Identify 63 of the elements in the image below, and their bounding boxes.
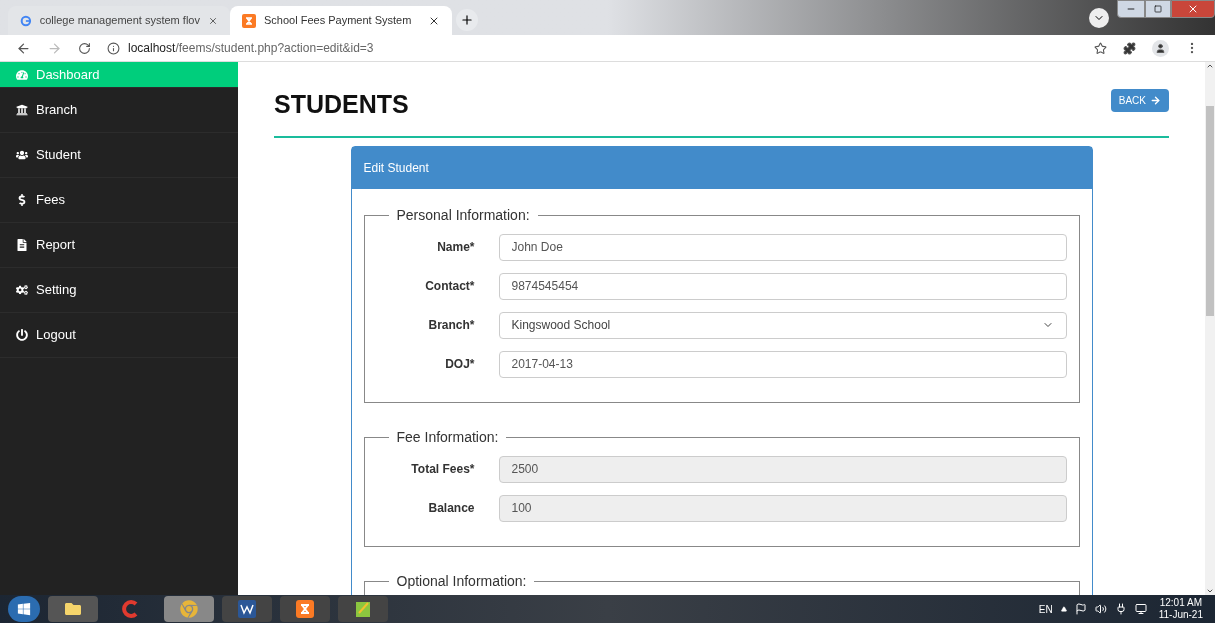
scrollbar-thumb[interactable] bbox=[1206, 106, 1214, 316]
section-legend: Optional Information: bbox=[388, 570, 535, 592]
browser-tab[interactable]: School Fees Payment System bbox=[230, 6, 452, 35]
language-indicator[interactable]: EN bbox=[1038, 601, 1053, 617]
sidebar-label: Dashboard bbox=[36, 65, 100, 84]
profile-menu-icon[interactable] bbox=[1089, 8, 1109, 28]
back-button[interactable]: BACK bbox=[1110, 89, 1169, 113]
input-field[interactable]: 9874545454 bbox=[498, 272, 1067, 300]
page-title: STUDENTS bbox=[274, 89, 409, 120]
document-icon bbox=[16, 239, 28, 251]
volume-icon[interactable] bbox=[1094, 603, 1107, 615]
sidebar-label: Report bbox=[36, 236, 76, 255]
profile-icon[interactable] bbox=[1152, 39, 1169, 57]
section-legend: Fee Information: bbox=[388, 426, 507, 448]
tray-expand-icon[interactable] bbox=[1060, 606, 1067, 612]
reload-icon[interactable] bbox=[78, 41, 91, 55]
gears-icon bbox=[16, 284, 28, 296]
scroll-up-icon[interactable] bbox=[1206, 62, 1214, 70]
sidebar-label: Logout bbox=[36, 326, 76, 345]
info-icon[interactable] bbox=[107, 41, 120, 55]
minimize-button[interactable] bbox=[1117, 0, 1145, 18]
users-icon bbox=[16, 149, 28, 161]
google-icon bbox=[20, 13, 32, 28]
plus-icon bbox=[460, 13, 474, 27]
windows-logo-icon bbox=[17, 602, 31, 616]
power-plug-icon[interactable] bbox=[1114, 603, 1127, 615]
flag-icon[interactable] bbox=[1074, 603, 1087, 615]
field-label: Contact* bbox=[424, 278, 475, 295]
field-label: Balance bbox=[427, 500, 475, 517]
sidebar-label: Setting bbox=[36, 281, 77, 300]
branch-select[interactable]: Kingswood School bbox=[498, 311, 1067, 339]
new-tab-button[interactable] bbox=[456, 9, 478, 31]
field-label: Name* bbox=[436, 239, 475, 256]
word-icon[interactable] bbox=[222, 596, 272, 622]
power-icon bbox=[16, 329, 28, 341]
back-icon[interactable] bbox=[16, 40, 31, 56]
file-explorer-icon[interactable] bbox=[48, 596, 98, 622]
tab-title: School Fees Payment System bbox=[264, 13, 413, 29]
close-icon bbox=[1187, 3, 1199, 15]
panel-header: Edit Student bbox=[351, 146, 1092, 189]
tab-title: college management system flov bbox=[39, 13, 200, 29]
field-label: Branch* bbox=[427, 317, 475, 334]
browser-tab[interactable]: college management system flov bbox=[8, 6, 230, 35]
bank-icon bbox=[16, 104, 28, 116]
field-label: DOJ* bbox=[444, 356, 475, 373]
star-icon[interactable] bbox=[1094, 41, 1107, 55]
url-field[interactable]: localhost/feems/student.php?action=edit&id=3 bbox=[128, 39, 374, 57]
sidebar-label: Student bbox=[36, 146, 81, 165]
sidebar-label: Fees bbox=[36, 191, 65, 210]
dollar-icon bbox=[16, 194, 28, 206]
input-field[interactable]: 2017-04-13 bbox=[498, 350, 1067, 378]
scroll-down-icon[interactable] bbox=[1206, 587, 1214, 595]
extensions-icon[interactable] bbox=[1123, 41, 1136, 55]
clock[interactable]: 12:01 AM 11-Jun-21 bbox=[1154, 597, 1207, 621]
network-icon[interactable] bbox=[1134, 603, 1147, 615]
input-field[interactable]: John Doe bbox=[498, 233, 1067, 261]
section-legend: Personal Information: bbox=[388, 204, 538, 226]
start-button[interactable] bbox=[8, 596, 40, 622]
sidebar-label: Branch bbox=[36, 101, 78, 120]
dashboard-icon bbox=[16, 68, 28, 81]
arrow-icon bbox=[1150, 95, 1161, 107]
field-label: Total Fees* bbox=[410, 461, 475, 478]
restore-icon bbox=[1154, 5, 1162, 13]
